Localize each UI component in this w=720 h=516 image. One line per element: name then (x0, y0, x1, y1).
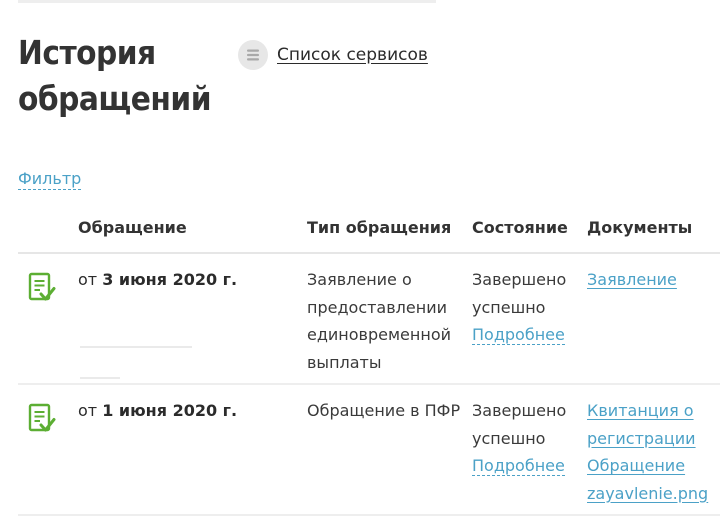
state-text: Завершено успешно (472, 270, 567, 317)
details-link[interactable]: Подробнее (472, 456, 565, 476)
table-row: от 3 июня 2020 г. Заявление о предоставл… (18, 254, 720, 385)
application-type: Заявление о предоставлении единовременно… (307, 270, 452, 372)
document-check-icon (28, 272, 56, 308)
application-documents: Квитанция о регистрации Обращение zayavl… (587, 397, 720, 507)
application-date: от 1 июня 2020 г. (78, 397, 237, 425)
filter-link[interactable]: Фильтр (18, 169, 82, 190)
column-header-state[interactable]: Состояние (472, 218, 568, 237)
redacted-line (80, 346, 192, 348)
date-prefix: от (78, 270, 103, 289)
column-header-application[interactable]: Обращение (78, 218, 187, 237)
column-header-documents[interactable]: Документы (587, 218, 692, 237)
applications-table: Обращение Тип обращения Состояние Докуме… (18, 206, 720, 516)
list-icon (238, 40, 268, 70)
date-value: 3 июня 2020 г. (102, 270, 238, 289)
date-prefix: от (78, 401, 103, 420)
page-title-line-2: обращений (18, 79, 212, 118)
document-link[interactable]: zayavlenie.png (587, 480, 720, 508)
services-list-label: Список сервисов (277, 45, 428, 65)
services-list-link[interactable]: Список сервисов (238, 40, 428, 70)
state-text: Завершено успешно (472, 401, 567, 448)
document-link[interactable]: Заявление (587, 266, 720, 294)
page-title: История обращений (18, 30, 212, 122)
details-link[interactable]: Подробнее (472, 325, 565, 345)
document-check-icon (28, 403, 56, 439)
application-state: Завершено успешно Подробнее (472, 397, 587, 480)
application-type: Обращение в ПФР (307, 401, 461, 420)
document-link[interactable]: Обращение (587, 452, 720, 480)
application-state: Завершено успешно Подробнее (472, 266, 587, 349)
page-title-line-1: История (18, 33, 156, 72)
application-date: от 3 июня 2020 г. (78, 266, 237, 294)
table-header: Обращение Тип обращения Состояние Докуме… (18, 206, 720, 254)
top-divider (18, 0, 436, 3)
redacted-line (80, 377, 120, 379)
column-header-type[interactable]: Тип обращения (307, 218, 451, 237)
date-value: 1 июня 2020 г. (102, 401, 238, 420)
table-row: от 1 июня 2020 г. Обращение в ПФР Заверш… (18, 385, 720, 516)
document-link[interactable]: Квитанция о регистрации (587, 397, 720, 452)
application-documents: Заявление (587, 266, 720, 294)
